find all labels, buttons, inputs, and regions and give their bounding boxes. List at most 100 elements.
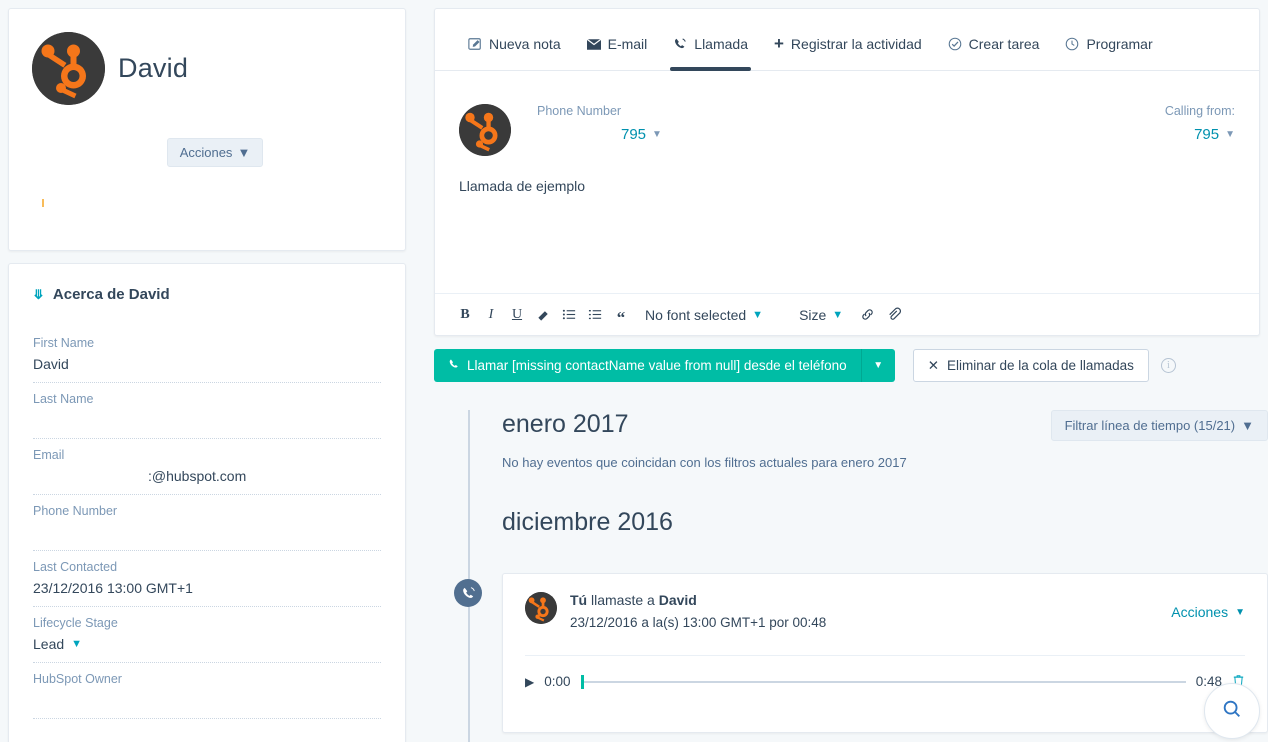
timeline-month-header: enero 2017 Filtrar línea de tiempo (15/2… xyxy=(502,410,1268,441)
check-circle-icon xyxy=(948,37,962,51)
chevron-down-icon: ▼ xyxy=(752,308,764,321)
chevron-down-icon: ▼ xyxy=(873,360,884,371)
profile-header: David xyxy=(9,9,405,105)
italic-button[interactable]: I xyxy=(479,303,503,327)
property-row-last-contacted: Last Contacted 23/12/2016 13:00 GMT+1 xyxy=(33,551,381,607)
event-actor: Tú xyxy=(570,592,588,608)
profile-actions-button[interactable]: Acciones ▼ xyxy=(167,138,263,167)
audio-player: ▶ 0:00 0:48 xyxy=(525,656,1245,690)
property-label: Phone Number xyxy=(33,504,118,518)
tab-llamada[interactable]: Llamada xyxy=(660,36,761,71)
font-size-label: Size xyxy=(799,306,827,323)
event-verb: llamaste a xyxy=(591,592,655,608)
chevron-down-icon: ▼ xyxy=(237,145,251,160)
property-label: Email xyxy=(33,448,65,462)
phone-number-value: 795 xyxy=(621,126,647,143)
tab-label: Llamada xyxy=(694,36,748,52)
tab-email[interactable]: E-mail xyxy=(574,36,661,70)
call-event-actions-dropdown[interactable]: Acciones ▼ xyxy=(1171,592,1245,620)
plus-icon: + xyxy=(773,34,784,54)
property-label: Last Contacted xyxy=(33,560,118,574)
tab-label: Crear tarea xyxy=(968,36,1040,52)
call-event-summary: Tú llamaste a David xyxy=(570,592,1171,608)
about-header[interactable]: ⤋ Acerca de David xyxy=(9,264,405,303)
tab-programar[interactable]: Programar xyxy=(1052,36,1165,70)
call-from-phone-button[interactable]: Llamar [missing contactName value from n… xyxy=(434,349,861,382)
page-title: David xyxy=(118,53,189,83)
call-event-header: Tú llamaste a David 23/12/2016 a la(s) 1… xyxy=(525,592,1245,630)
paperclip-icon[interactable] xyxy=(881,303,905,327)
tab-label: Programar xyxy=(1086,36,1153,52)
search-icon xyxy=(1221,698,1243,725)
call-event-text: Tú llamaste a David 23/12/2016 a la(s) 1… xyxy=(570,592,1171,630)
font-size-select[interactable]: Size ▼ xyxy=(789,307,853,323)
timeline-month-title-2: diciembre 2016 xyxy=(502,508,673,536)
link-icon[interactable] xyxy=(855,303,879,327)
bullet-list-icon[interactable] xyxy=(557,303,581,327)
timeline: enero 2017 Filtrar línea de tiempo (15/2… xyxy=(454,410,1268,742)
player-playhead[interactable] xyxy=(580,674,584,689)
remove-button-label: Eliminar de la cola de llamadas xyxy=(947,358,1134,373)
property-value-wrap[interactable]: Lead ▼ xyxy=(33,636,381,653)
call-event-actions-label: Acciones xyxy=(1171,604,1229,620)
call-options-dropdown[interactable]: ▼ xyxy=(860,349,895,382)
player-track xyxy=(580,680,1186,683)
call-notes-editor[interactable]: Llamada de ejemplo xyxy=(435,156,1259,194)
filter-timeline-button[interactable]: Filtrar línea de tiempo (15/21) ▼ xyxy=(1050,410,1268,441)
tab-crear-tarea[interactable]: Crear tarea xyxy=(935,36,1053,70)
underline-button[interactable]: U xyxy=(505,303,529,327)
blockquote-button[interactable]: “ xyxy=(609,303,633,327)
phone-number-value: 795 xyxy=(1194,126,1220,143)
event-target: David xyxy=(658,592,697,608)
property-row-last-name: Last Name xyxy=(33,383,381,439)
property-value[interactable] xyxy=(33,524,381,541)
property-row-lifecycle-stage: Lifecycle Stage Lead ▼ xyxy=(33,607,381,663)
property-value[interactable] xyxy=(33,412,381,429)
tab-registrar-actividad[interactable]: + Registrar la actividad xyxy=(761,34,935,70)
avatar xyxy=(32,32,105,105)
property-value[interactable]: :@hubspot.com xyxy=(33,468,381,485)
timeline-content: enero 2017 Filtrar línea de tiempo (15/2… xyxy=(454,410,1268,733)
avatar xyxy=(459,104,511,156)
play-icon[interactable]: ▶ xyxy=(525,675,534,689)
chevron-down-icon: ▼ xyxy=(1225,129,1235,140)
property-value[interactable]: David xyxy=(33,356,381,373)
decorative-marker xyxy=(42,199,44,207)
property-row-phone-number: Phone Number xyxy=(33,495,381,551)
property-value[interactable] xyxy=(33,692,381,709)
property-value[interactable]: 23/12/2016 13:00 GMT+1 xyxy=(33,580,381,597)
player-current-time: 0:00 xyxy=(544,674,571,689)
tab-label: E-mail xyxy=(607,36,648,52)
property-row-first-name: First Name David xyxy=(33,327,381,383)
timeline-empty-message: No hay eventos que coincidan con los fil… xyxy=(502,455,907,470)
dialer-to-number[interactable]: 795 ▼ xyxy=(537,126,1165,143)
remove-from-queue-button[interactable]: ✕ Eliminar de la cola de llamadas xyxy=(912,349,1149,382)
composer-tabs: Nueva nota E-mail Llamada + Registrar la… xyxy=(435,9,1259,71)
about-title: Acerca de David xyxy=(52,286,170,303)
dialer-from-label: Calling from: xyxy=(1164,104,1235,118)
dialer-to-label: Phone Number xyxy=(537,104,622,118)
property-label: Last Name xyxy=(33,392,94,406)
about-card: ⤋ Acerca de David First Name David Last … xyxy=(8,263,406,742)
avatar xyxy=(525,592,557,624)
activity-composer-column: Nueva nota E-mail Llamada + Registrar la… xyxy=(434,8,1260,382)
highlighter-icon[interactable] xyxy=(531,303,555,327)
dialer-from-number[interactable]: 795 ▼ xyxy=(1165,126,1235,143)
note-pencil-icon xyxy=(468,37,482,51)
bold-button[interactable]: B xyxy=(453,303,477,327)
font-family-select[interactable]: No font selected ▼ xyxy=(635,307,773,323)
profile-actions-label: Acciones xyxy=(179,145,233,160)
call-action-row: Llamar [missing contactName value from n… xyxy=(434,349,1260,382)
close-x-icon: ✕ xyxy=(927,357,939,373)
composer-card: Nueva nota E-mail Llamada + Registrar la… xyxy=(434,8,1260,336)
phone-icon xyxy=(448,358,460,373)
tab-nueva-nota[interactable]: Nueva nota xyxy=(455,36,574,70)
search-button[interactable] xyxy=(1204,683,1260,739)
property-label: First Name xyxy=(33,336,95,350)
dialer-to: Phone Number 795 ▼ xyxy=(537,104,1165,143)
dialer-row: Phone Number 795 ▼ Calling from: 795 ▼ xyxy=(435,71,1259,156)
player-scrubber[interactable] xyxy=(580,674,1186,689)
property-value: Lead xyxy=(33,636,65,652)
numbered-list-icon[interactable] xyxy=(583,303,607,327)
info-icon[interactable]: i xyxy=(1160,358,1176,373)
